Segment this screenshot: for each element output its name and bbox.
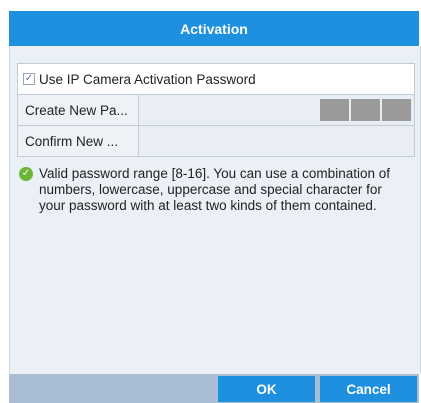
dialog-footer: OK Cancel [9,374,419,403]
strength-bar-1 [320,99,349,121]
confirm-password-label: Confirm New ... [18,126,139,156]
strength-bar-2 [351,99,380,121]
create-password-row: Create New Pa... [18,94,414,125]
strength-bar-3 [382,99,411,121]
confirm-password-row: Confirm New ... [18,125,414,156]
cancel-button[interactable]: Cancel [320,376,417,402]
dialog-body: ✓ Use IP Camera Activation Password Crea… [9,46,421,374]
dialog-title: Activation [9,11,419,46]
confirm-password-input[interactable] [139,126,414,156]
password-form: ✓ Use IP Camera Activation Password Crea… [17,63,415,157]
ok-button[interactable]: OK [218,376,315,402]
create-password-label: Create New Pa... [18,95,139,125]
use-password-checkbox[interactable]: ✓ [23,73,35,85]
activation-password-option[interactable]: ✓ Use IP Camera Activation Password [18,64,414,94]
use-password-label: Use IP Camera Activation Password [39,71,256,87]
checkmark-icon: ✓ [24,73,34,84]
password-hint: ✓ Valid password range [8-16]. You can u… [19,166,409,214]
create-password-input[interactable] [139,95,414,125]
password-hint-text: Valid password range [8-16]. You can use… [39,166,390,213]
ok-circle-icon: ✓ [19,167,33,181]
activation-dialog: Activation ✓ Use IP Camera Activation Pa… [0,0,421,403]
password-strength-meter [320,99,411,121]
